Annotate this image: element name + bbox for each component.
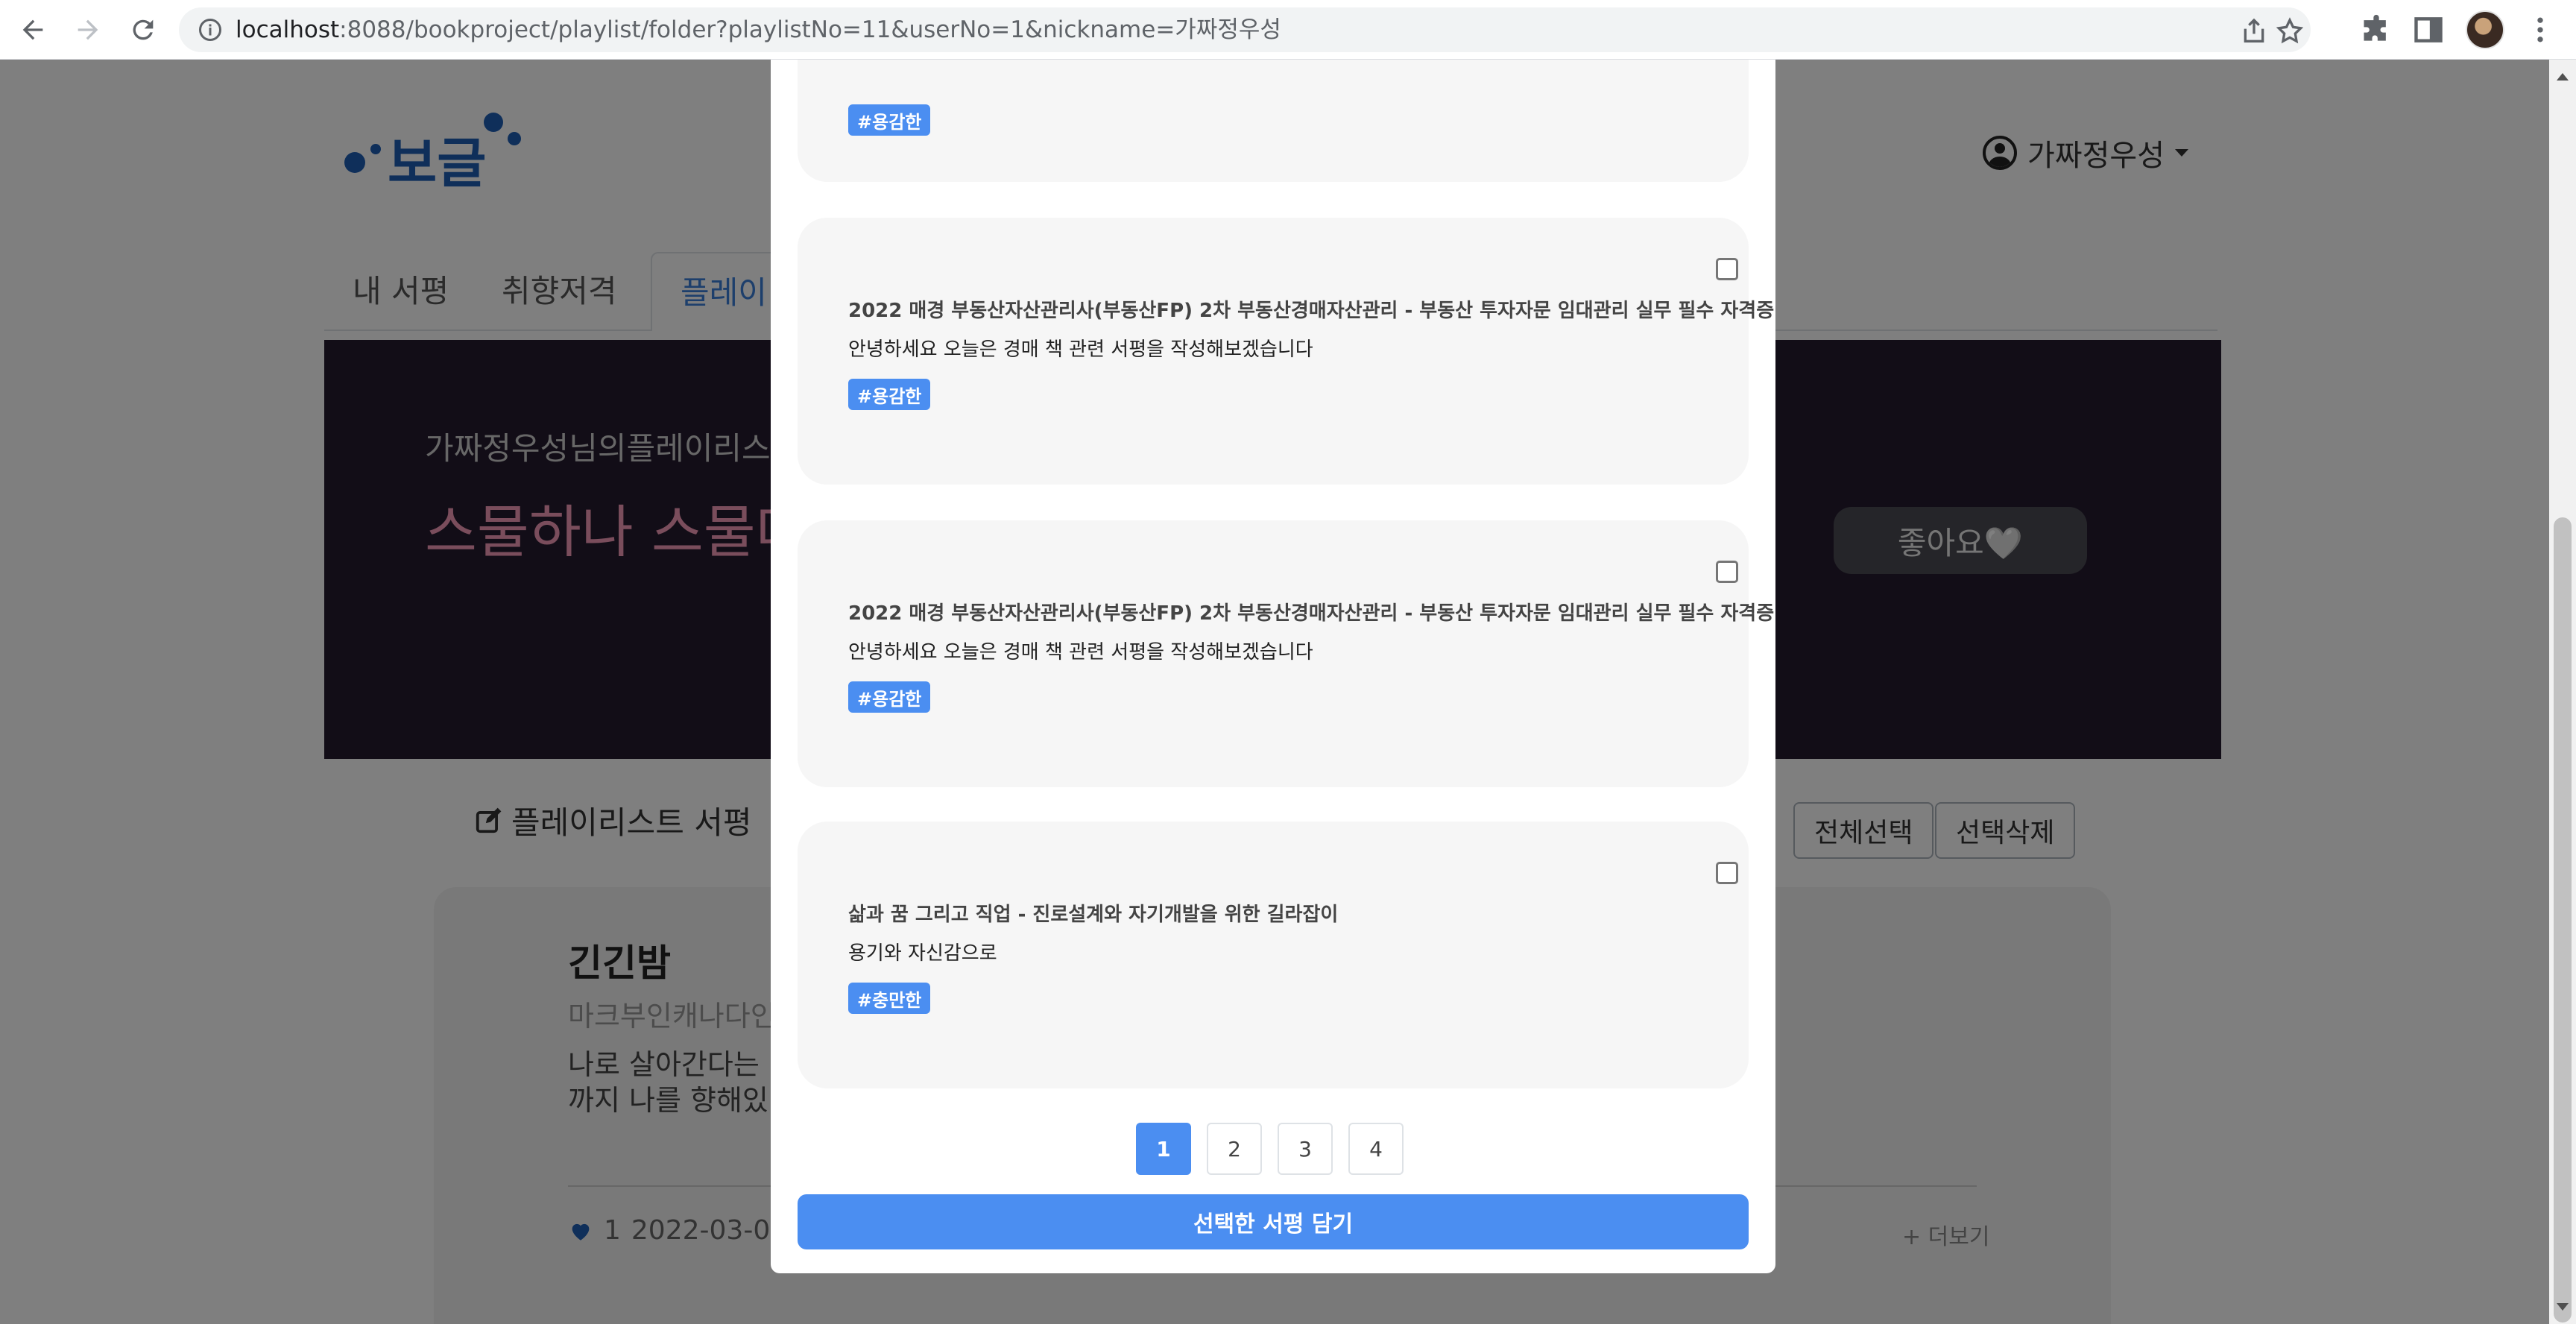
profile-avatar[interactable] [2466,10,2504,49]
site-info-icon[interactable] [197,16,224,43]
review-book-title: 2022 매경 부동산자산관리사(부동산FP) 2차 부동산경매자산관리 - 부… [848,300,1775,322]
review-book-title: 삶과 꿈 그리고 직업 - 진로설계와 자기개발을 위한 길라잡이 [848,904,1339,926]
review-list-item[interactable]: #용감한 [798,60,1749,182]
page-scrollbar[interactable] [2549,60,2576,1324]
browser-toolbar: localhost:8088/bookproject/playlist/fold… [0,0,2576,60]
page-button-4[interactable]: 4 [1348,1123,1404,1175]
mood-tag: #충만한 [848,983,931,1014]
review-checkbox[interactable] [1716,561,1738,583]
review-checkbox[interactable] [1716,862,1738,884]
review-checkbox[interactable] [1716,258,1738,280]
url-path: :8088/bookproject/playlist/folder?playli… [339,16,1281,43]
side-panel-icon[interactable] [2412,13,2445,46]
address-bar[interactable]: localhost:8088/bookproject/playlist/fold… [179,7,2311,52]
scroll-thumb[interactable] [2554,517,2572,1323]
page-button-2[interactable]: 2 [1207,1123,1262,1175]
scroll-up-arrow[interactable] [2557,73,2569,81]
back-icon[interactable] [13,10,52,49]
page-button-3[interactable]: 3 [1278,1123,1333,1175]
mood-tag: #용감한 [848,379,931,410]
review-list-item[interactable]: 2022 매경 부동산자산관리사(부동산FP) 2차 부동산경매자산관리 - 부… [798,218,1774,485]
add-review-modal: #용감한 2022 매경 부동산자산관리사(부동산FP) 2차 부동산경매자산관… [771,60,1775,1273]
extensions-puzzle-icon[interactable] [2360,13,2393,46]
url-host: localhost [236,16,340,43]
review-list-item[interactable]: 삶과 꿈 그리고 직업 - 진로설계와 자기개발을 위한 길라잡이 용기와 자신… [798,822,1749,1088]
mood-tag: #용감한 [848,681,931,713]
pagination: 1 2 3 4 [1136,1123,1404,1175]
url-text[interactable]: localhost:8088/bookproject/playlist/fold… [236,7,1281,52]
add-selected-reviews-button[interactable]: 선택한 서평 담기 [798,1194,1749,1249]
review-desc: 안녕하세요 오늘은 경매 책 관련 서평을 작성해보겠습니다 [848,641,1313,663]
share-icon[interactable] [2239,16,2269,46]
review-book-title: 2022 매경 부동산자산관리사(부동산FP) 2차 부동산경매자산관리 - 부… [848,602,1775,625]
reload-icon[interactable] [124,10,162,49]
scroll-down-arrow[interactable] [2557,1303,2569,1311]
review-desc: 안녕하세요 오늘은 경매 책 관련 서평을 작성해보겠습니다 [848,338,1313,361]
review-list-item[interactable]: 2022 매경 부동산자산관리사(부동산FP) 2차 부동산경매자산관리 - 부… [798,520,1774,787]
bookmark-star-icon[interactable] [2275,16,2305,46]
page-button-1[interactable]: 1 [1136,1123,1191,1175]
review-desc: 용기와 자신감으로 [848,942,997,965]
forward-icon[interactable] [69,10,107,49]
more-menu-icon[interactable] [2524,13,2557,46]
mood-tag: #용감한 [848,104,931,136]
